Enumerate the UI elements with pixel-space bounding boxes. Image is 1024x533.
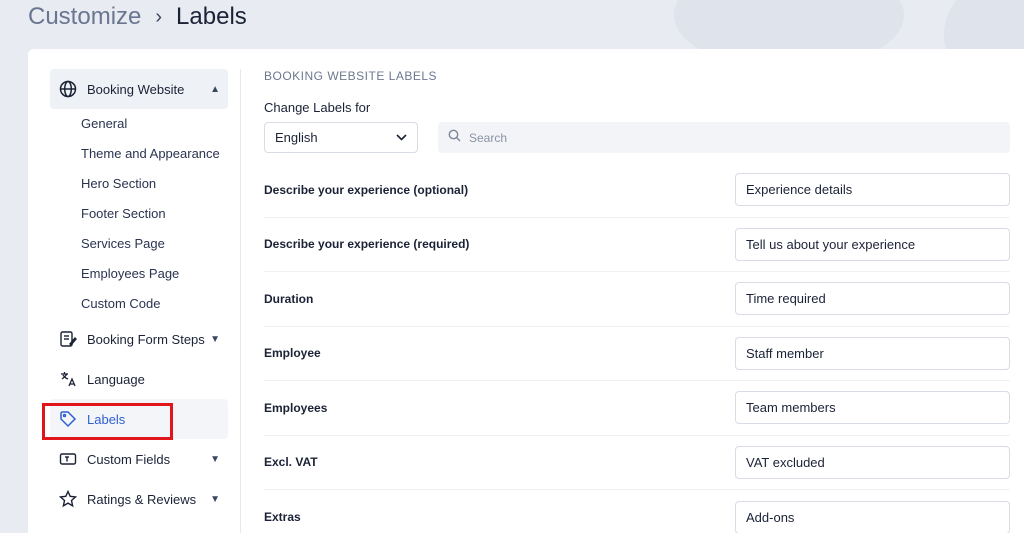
page-title: Labels	[176, 3, 247, 30]
change-labels-for-label: Change Labels for	[264, 100, 371, 115]
label-name: Employee	[264, 346, 321, 361]
list-item: Duration	[264, 272, 1010, 327]
label-value-input[interactable]	[735, 227, 1010, 261]
sidebar-item-custom-fields[interactable]: Custom Fields ▼	[50, 439, 228, 479]
language-select-value: English	[275, 130, 318, 145]
breadcrumb-separator-icon: ›	[155, 5, 163, 28]
search-input[interactable]	[469, 130, 1000, 145]
sidebar-item-hero-section[interactable]: Hero Section	[81, 169, 228, 199]
sidebar-item-employees-page[interactable]: Employees Page	[81, 259, 228, 289]
sidebar-item-booking-website[interactable]: Booking Website ▲	[50, 69, 228, 109]
chevron-down-icon: ▼	[210, 333, 220, 345]
translate-icon	[58, 369, 78, 389]
settings-sidebar: Booking Website ▲ General Theme and Appe…	[42, 69, 228, 519]
label-name: Duration	[264, 291, 314, 306]
sidebar-item-services-page[interactable]: Services Page	[81, 229, 228, 259]
list-item: Describe your experience (optional)	[264, 163, 1010, 218]
label-name: Describe your experience (optional)	[264, 182, 469, 197]
list-item: Employee	[264, 327, 1010, 381]
list-item: Extras	[264, 490, 1010, 533]
star-icon	[58, 489, 78, 509]
section-title: BOOKING WEBSITE LABELS	[264, 69, 438, 83]
chevron-down-icon	[396, 132, 407, 144]
search-box[interactable]	[438, 122, 1010, 153]
chevron-down-icon: ▼	[210, 493, 220, 505]
sidebar-item-booking-form-steps[interactable]: Booking Form Steps ▼	[50, 319, 228, 359]
sidebar-item-label: Custom Fields	[87, 451, 171, 467]
breadcrumb-parent[interactable]: Customize	[28, 3, 141, 31]
label-name: Employees	[264, 400, 328, 415]
sidebar-item-language[interactable]: Language	[50, 359, 228, 399]
globe-icon	[58, 79, 78, 99]
label-controls: English	[264, 122, 1010, 153]
sidebar-item-general[interactable]: General	[81, 109, 228, 139]
sidebar-item-ratings-reviews[interactable]: Ratings & Reviews ▼	[50, 479, 228, 519]
booking-website-submenu: General Theme and Appearance Hero Sectio…	[50, 109, 228, 319]
label-value-input[interactable]	[735, 336, 1010, 370]
list-item: Excl. VAT	[264, 436, 1010, 490]
language-select[interactable]: English	[264, 122, 418, 153]
sidebar-item-label: Ratings & Reviews	[87, 491, 197, 507]
label-name: Describe your experience (required)	[264, 237, 470, 252]
label-value-input[interactable]	[735, 173, 1010, 207]
label-name: Extras	[264, 510, 301, 525]
list-item: Employees	[264, 381, 1010, 436]
sidebar-item-theme-appearance[interactable]: Theme and Appearance	[81, 139, 228, 169]
sidebar-item-footer-section[interactable]: Footer Section	[81, 199, 228, 229]
chevron-down-icon: ▼	[210, 453, 220, 465]
sidebar-item-custom-code[interactable]: Custom Code	[81, 289, 228, 319]
label-value-input[interactable]	[735, 282, 1010, 316]
labels-list: Describe your experience (optional) Desc…	[264, 163, 1010, 533]
label-value-input[interactable]	[735, 500, 1010, 533]
label-value-input[interactable]	[735, 391, 1010, 425]
sidebar-divider	[240, 69, 241, 533]
text-field-icon	[58, 449, 78, 469]
sidebar-item-label: Booking Website	[87, 81, 185, 97]
highlight-box	[42, 403, 173, 440]
list-item: Describe your experience (required)	[264, 218, 1010, 272]
search-icon	[448, 129, 461, 147]
chevron-up-icon: ▲	[210, 83, 220, 95]
sidebar-item-label: Booking Form Steps	[87, 331, 205, 347]
settings-card: Booking Website ▲ General Theme and Appe…	[28, 49, 1024, 533]
label-value-input[interactable]	[735, 445, 1010, 479]
labels-panel: BOOKING WEBSITE LABELS Change Labels for…	[264, 69, 1010, 533]
sidebar-item-label: Language	[87, 371, 145, 387]
form-edit-icon	[58, 329, 78, 349]
label-name: Excl. VAT	[264, 455, 318, 470]
breadcrumb: Customize › Labels	[28, 2, 247, 32]
